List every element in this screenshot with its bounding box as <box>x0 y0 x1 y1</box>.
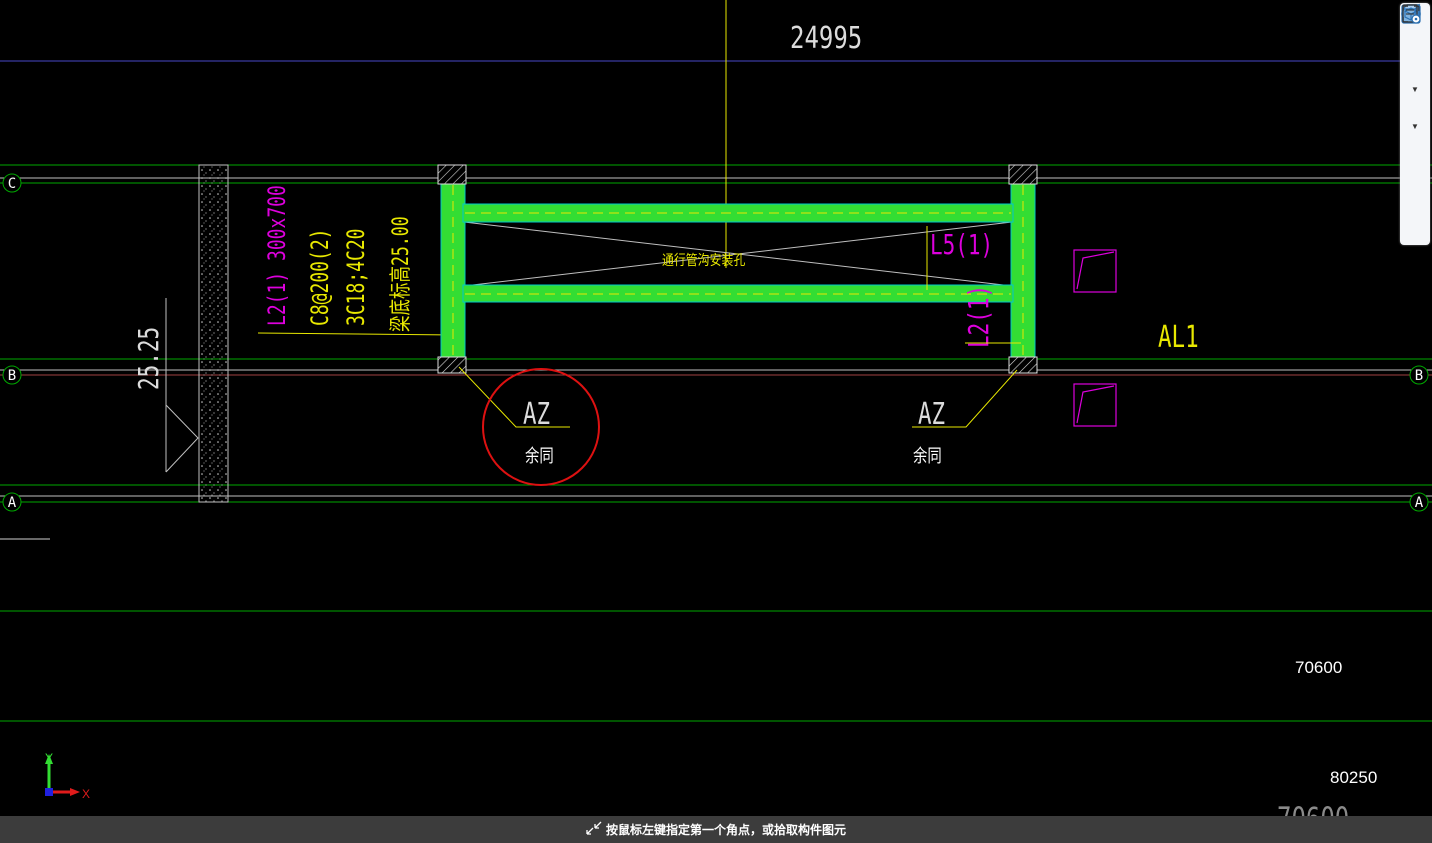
svg-text:X: X <box>82 787 90 801</box>
concrete-wall[interactable] <box>198 164 229 503</box>
svg-text:余同: 余同 <box>525 445 554 466</box>
svg-text:B: B <box>1415 368 1423 384</box>
axis-bubble-a-right[interactable]: A <box>1409 492 1429 512</box>
svg-text:C8@200(2): C8@200(2) <box>307 229 335 326</box>
beam-label-left[interactable]: L2(1) 300x700 C8@200(2) 3C18;4C20 梁底标高25… <box>257 185 457 336</box>
fullscreen-icon[interactable] <box>1402 5 1427 157</box>
svg-text:AZ: AZ <box>523 397 550 432</box>
axis-bubble-b-left[interactable]: B <box>2 365 22 385</box>
axis-bubble-a-left[interactable]: A <box>2 492 22 512</box>
al-label[interactable]: AL1 <box>1158 320 1199 355</box>
coord-text-2: 80250 <box>1330 768 1377 787</box>
coord-text-3: 70600 <box>1277 801 1349 816</box>
svg-text:B: B <box>8 368 16 384</box>
svg-text:余同: 余同 <box>913 445 942 466</box>
column-top-left[interactable] <box>437 164 467 185</box>
box-view-icon[interactable] <box>1402 4 1427 83</box>
layer-settings-icon[interactable] <box>1402 4 1427 207</box>
dimension-top: 24995 <box>790 21 862 55</box>
al-symbol-top[interactable] <box>1073 249 1117 293</box>
3d-view-icon[interactable]: 3D <box>1402 4 1427 58</box>
chevron-down-icon[interactable]: ▼ <box>1403 121 1427 131</box>
level-text: 25.25 <box>132 327 165 390</box>
status-message: 按鼠标左键指定第一个角点，或拾取构件图元 <box>605 823 846 837</box>
column-bottom-right[interactable] <box>1008 356 1038 374</box>
az-callout-left[interactable]: AZ 余同 <box>458 366 570 466</box>
opening-text: 通行管沟安装孔 <box>662 253 745 269</box>
svg-text:梁底标高25.00: 梁底标高25.00 <box>388 216 414 332</box>
beam-label-l2[interactable]: L2(1) <box>962 285 995 348</box>
al-symbol-bottom[interactable] <box>1073 383 1117 427</box>
svg-text:A: A <box>1415 495 1424 511</box>
ucs-icon: Y X <box>45 751 90 801</box>
svg-text:Y: Y <box>45 751 53 765</box>
cube-select-icon[interactable] <box>1401 4 1427 182</box>
view-toolbar: 3D ▼ ▼ <box>1400 3 1430 245</box>
axis-bubble-c-left[interactable]: C <box>2 173 22 193</box>
svg-text:C: C <box>8 176 16 192</box>
chevron-down-icon[interactable]: ▼ <box>1403 84 1427 94</box>
cad-canvas[interactable]: C B A B A 25.25 24995 L2(1) 300x700 C8@2… <box>0 0 1432 816</box>
svg-text:AZ: AZ <box>918 397 945 432</box>
svg-text:A: A <box>8 495 17 511</box>
az-callout-right[interactable]: AZ 余同 <box>912 369 1018 466</box>
axis-bubble-b-right[interactable]: B <box>1409 365 1429 385</box>
cursor-arrows-icon <box>586 821 602 838</box>
level-marker[interactable]: 25.25 <box>132 298 199 473</box>
svg-text:3C18;4C20: 3C18;4C20 <box>343 229 371 326</box>
coord-text-1: 70600 <box>1295 658 1342 677</box>
shaded-box-icon[interactable] <box>1401 3 1427 120</box>
svg-text:L2(1) 300x700: L2(1) 300x700 <box>264 185 292 326</box>
status-bar: 按鼠标左键指定第一个角点，或拾取构件图元 <box>0 816 1432 843</box>
column-top-right[interactable] <box>1008 164 1038 185</box>
svg-text:L5(1): L5(1) <box>930 228 993 261</box>
